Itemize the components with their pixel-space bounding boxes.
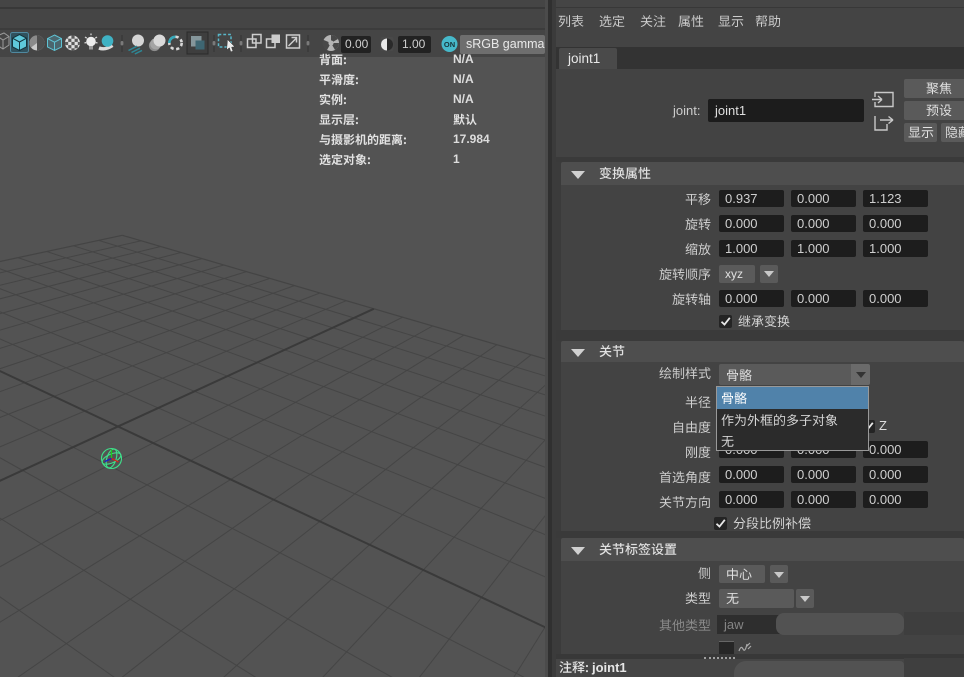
svg-text:ON: ON xyxy=(444,40,455,49)
